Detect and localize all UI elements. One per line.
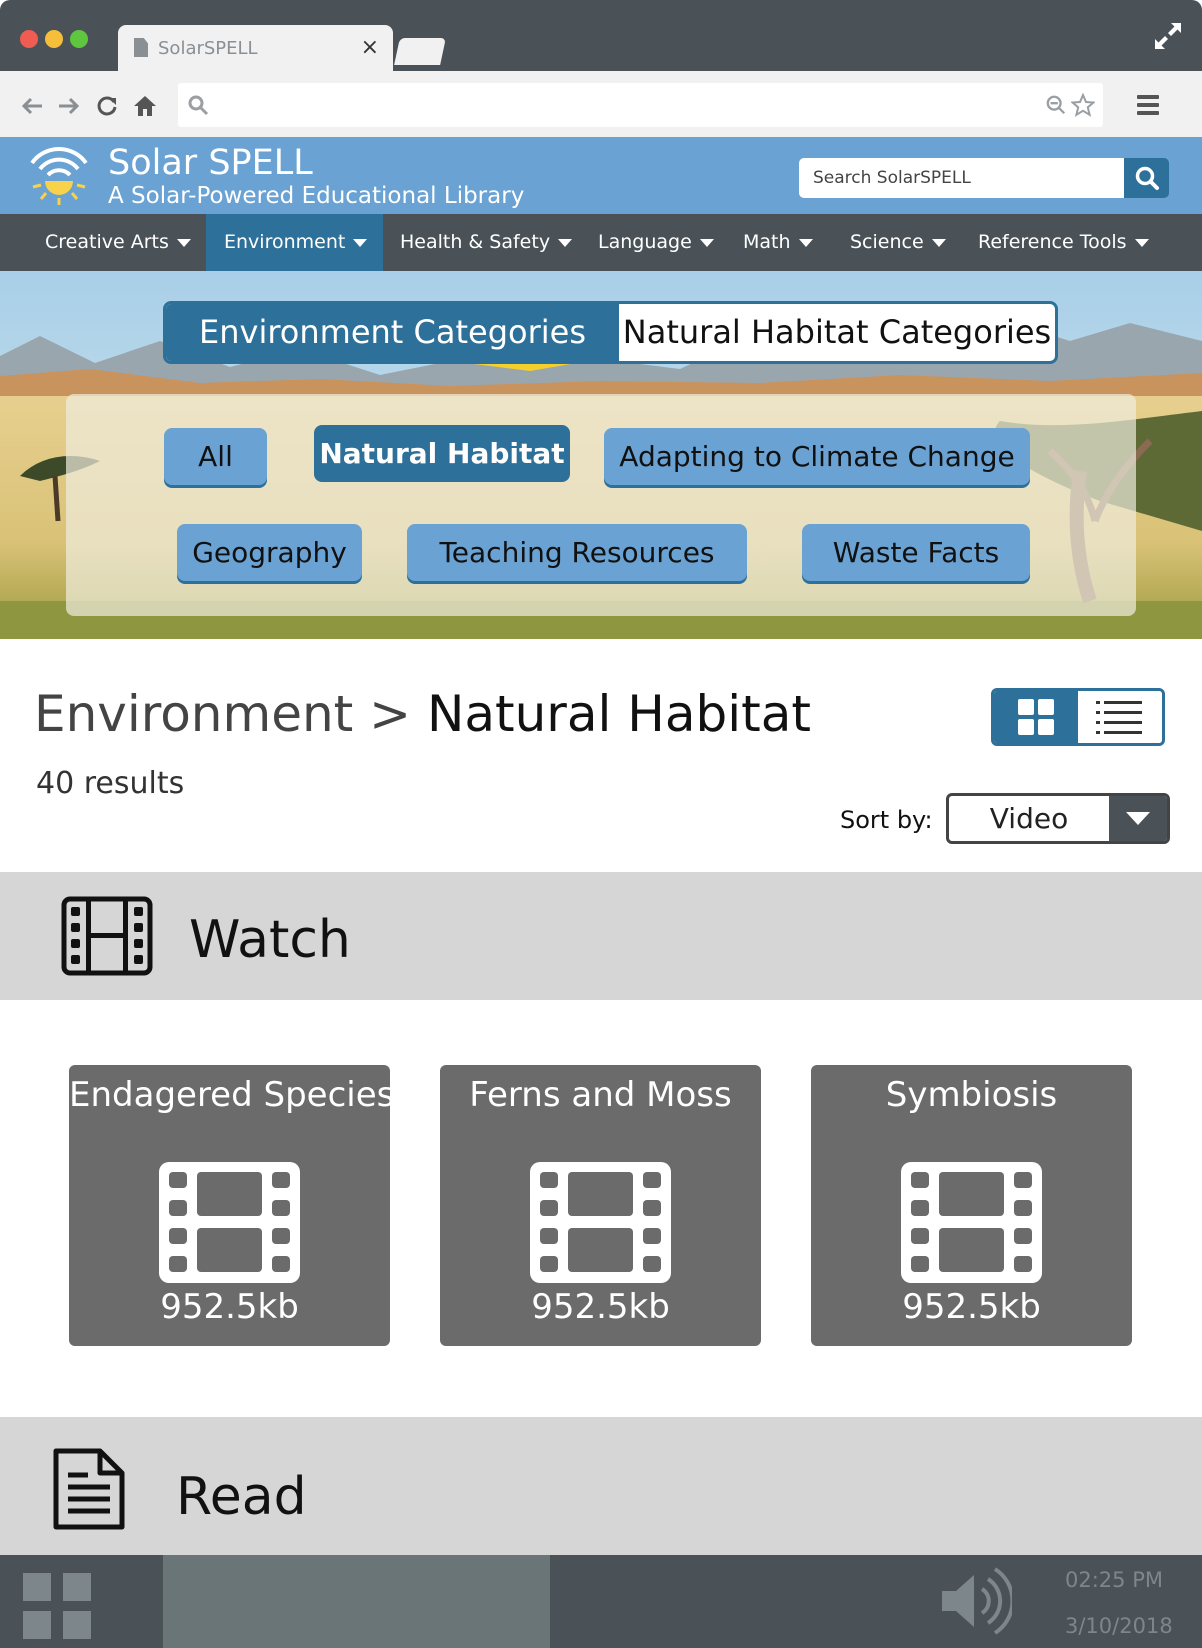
home-icon[interactable] xyxy=(133,94,157,118)
browser-tab[interactable]: SolarSPELL × xyxy=(118,25,393,71)
video-card[interactable]: Endagered Species 952.5kb xyxy=(69,1065,395,1346)
tab-close-icon[interactable]: × xyxy=(361,35,379,60)
film-icon xyxy=(901,1162,1042,1283)
filter-pill-adapting-to-climate-change[interactable]: Adapting to Climate Change xyxy=(604,428,1030,485)
site-subtitle: A Solar-Powered Educational Library xyxy=(108,183,525,209)
back-arrow-icon[interactable] xyxy=(20,94,44,118)
filter-pill-waste-facts[interactable]: Waste Facts xyxy=(802,524,1030,581)
site-title[interactable]: Solar SPELL xyxy=(108,143,313,183)
tab-environment-categories[interactable]: Environment Categories xyxy=(166,304,619,361)
main-nav: Creative Arts Environment Health & Safet… xyxy=(0,214,1202,271)
nav-item-creative-arts[interactable]: Creative Arts xyxy=(27,214,209,271)
search-icon xyxy=(1135,166,1159,190)
browser-titlebar: SolarSPELL × xyxy=(0,0,1202,71)
nav-item-environment[interactable]: Environment xyxy=(206,214,383,271)
video-card[interactable]: Symbiosis 952.5kb xyxy=(811,1065,1132,1346)
film-icon xyxy=(61,896,153,976)
filter-pill-all[interactable]: All xyxy=(164,428,267,485)
reload-icon[interactable] xyxy=(95,94,119,118)
search-icon xyxy=(188,95,209,116)
nav-item-label: Reference Tools xyxy=(978,231,1127,253)
film-icon xyxy=(159,1162,300,1283)
nav-item-label: Science xyxy=(850,231,924,253)
card-title: Ferns and Moss xyxy=(469,1075,732,1115)
view-mode-toggle xyxy=(991,688,1165,746)
nav-item-label: Math xyxy=(743,231,791,253)
nav-item-label: Language xyxy=(598,231,692,253)
tab-natural-habitat-categories[interactable]: Natural Habitat Categories xyxy=(619,304,1055,361)
document-icon xyxy=(53,1448,125,1530)
film-icon xyxy=(530,1162,671,1283)
caret-down-icon xyxy=(558,238,573,247)
nav-item-label: Health & Safety xyxy=(400,231,551,253)
category-scope-toggle: Environment Categories Natural Habitat C… xyxy=(163,301,1058,364)
forward-arrow-icon[interactable] xyxy=(57,94,81,118)
site-search-input[interactable] xyxy=(813,158,1113,198)
caret-down-icon xyxy=(176,238,191,247)
caret-down-icon xyxy=(699,238,714,247)
breadcrumb-current: Natural Habitat xyxy=(426,685,811,743)
card-file-size: 952.5kb xyxy=(531,1287,670,1327)
grid-icon xyxy=(1018,699,1054,735)
zoom-icon[interactable] xyxy=(1045,94,1067,116)
site-search-field[interactable] xyxy=(799,158,1124,198)
results-count: 40 results xyxy=(36,766,185,801)
nav-item-language[interactable]: Language xyxy=(580,214,732,271)
nav-item-label: Creative Arts xyxy=(45,231,169,253)
caret-down-icon xyxy=(931,238,946,247)
new-tab-button[interactable] xyxy=(394,38,446,65)
filter-pill-natural-habitat[interactable]: Natural Habitat xyxy=(314,425,570,482)
menu-icon[interactable] xyxy=(1136,93,1160,117)
tab-title: SolarSPELL xyxy=(158,38,258,59)
section-title-watch: Watch xyxy=(189,910,351,970)
filter-pill-geography[interactable]: Geography xyxy=(177,524,362,581)
read-section-header: Read xyxy=(0,1417,1202,1557)
nav-item-health-safety[interactable]: Health & Safety xyxy=(382,214,590,271)
os-taskbar: 02:25 PM 3/10/2018 xyxy=(0,1555,1202,1648)
card-file-size: 952.5kb xyxy=(902,1287,1041,1327)
taskbar-date: 3/10/2018 xyxy=(1065,1614,1173,1638)
site-search-button[interactable] xyxy=(1124,158,1169,198)
taskbar-time: 02:25 PM xyxy=(1065,1568,1163,1592)
sort-selected-value: Video xyxy=(989,802,1069,835)
start-menu-icon[interactable] xyxy=(23,1573,91,1639)
bookmark-star-icon[interactable] xyxy=(1071,93,1095,117)
nav-item-reference-tools[interactable]: Reference Tools xyxy=(960,214,1167,271)
section-title-read: Read xyxy=(176,1467,307,1527)
address-bar[interactable] xyxy=(178,83,1103,127)
grid-view-button[interactable] xyxy=(994,691,1078,743)
card-title: Symbiosis xyxy=(885,1075,1058,1115)
browser-window: SolarSPELL × Solar SPELL A Solar-Powered… xyxy=(0,0,1202,1648)
nav-item-science[interactable]: Science xyxy=(832,214,964,271)
caret-down-icon xyxy=(1134,238,1149,247)
video-card[interactable]: Ferns and Moss 952.5kb xyxy=(440,1065,761,1346)
browser-toolbar xyxy=(0,71,1202,137)
site-header: Solar SPELL A Solar-Powered Educational … xyxy=(0,137,1202,214)
page-icon xyxy=(134,38,148,57)
card-file-size: 952.5kb xyxy=(160,1287,299,1327)
filter-pill-teaching-resources[interactable]: Teaching Resources xyxy=(407,524,747,581)
watch-section-header: Watch xyxy=(0,872,1202,1000)
speaker-icon[interactable] xyxy=(940,1565,1012,1637)
taskbar-active-window[interactable] xyxy=(163,1555,550,1648)
nav-item-math[interactable]: Math xyxy=(725,214,831,271)
chevron-down-icon[interactable] xyxy=(1109,796,1167,841)
maximize-window-button[interactable] xyxy=(70,30,88,48)
nav-item-label: Environment xyxy=(224,231,346,253)
sort-label: Sort by: xyxy=(840,806,933,834)
category-hero: Environment Categories Natural Habitat C… xyxy=(0,271,1202,639)
sort-select[interactable]: Video xyxy=(946,793,1170,844)
list-view-button[interactable] xyxy=(1078,691,1162,743)
caret-down-icon xyxy=(798,238,813,247)
solarspell-logo-icon[interactable] xyxy=(26,143,92,207)
fullscreen-icon[interactable] xyxy=(1152,20,1184,52)
list-icon xyxy=(1096,701,1142,734)
breadcrumb-separator: > xyxy=(353,685,427,743)
breadcrumb: Environment > Natural Habitat xyxy=(34,685,811,743)
caret-down-icon xyxy=(353,238,368,247)
minimize-window-button[interactable] xyxy=(45,30,63,48)
card-title: Endagered Species xyxy=(69,1075,395,1115)
close-window-button[interactable] xyxy=(20,30,38,48)
breadcrumb-parent[interactable]: Environment xyxy=(34,685,353,743)
